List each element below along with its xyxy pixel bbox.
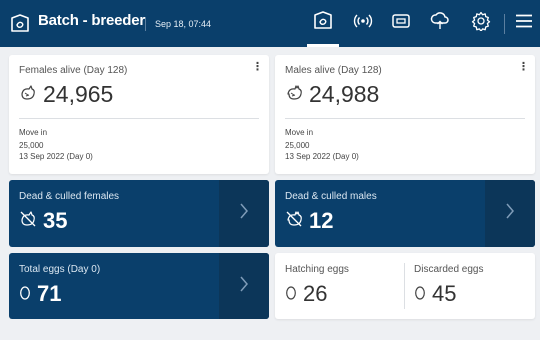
females-menu-button[interactable]: ⋮ xyxy=(252,62,263,73)
males-divider xyxy=(285,118,525,119)
males-alive-label: Males alive (Day 128) xyxy=(285,65,382,76)
header-date: Sep 18, 07:44 xyxy=(155,19,212,29)
hatching-eggs-section[interactable]: Hatching eggs 26 xyxy=(275,253,404,319)
discarded-eggs-section[interactable]: Discarded eggs 45 xyxy=(404,253,535,319)
menu-button[interactable] xyxy=(512,11,536,35)
batch-icon xyxy=(312,10,334,37)
batch-logo-icon xyxy=(9,13,31,35)
chevron-right-icon xyxy=(505,203,515,224)
gear-icon xyxy=(471,11,491,36)
rooster-icon xyxy=(285,81,303,108)
dead-culled-males-card[interactable]: Dead & culled males 12 xyxy=(275,180,535,247)
females-alive-value-row: 24,965 xyxy=(19,81,113,108)
dead-females-count: 35 xyxy=(43,208,68,233)
females-alive-label: Females alive (Day 128) xyxy=(19,65,128,76)
dead-rooster-icon xyxy=(285,208,303,234)
tab-cloud[interactable] xyxy=(420,0,460,47)
tab-sensors[interactable] xyxy=(343,0,383,47)
males-alive-value-row: 24,988 xyxy=(285,81,379,108)
dead-males-label: Dead & culled males xyxy=(285,191,377,202)
females-alive-card[interactable]: Females alive (Day 128) ⋮ 24,965 Move in… xyxy=(9,55,269,174)
top-bar: Batch - breeder Sep 18, 07:44 xyxy=(0,0,540,47)
device-icon xyxy=(392,13,410,34)
page-title: Batch - breeder xyxy=(38,12,146,29)
hatching-eggs-label: Hatching eggs xyxy=(285,264,349,275)
sensor-signal-icon xyxy=(353,14,373,33)
total-eggs-arrow-button[interactable] xyxy=(219,253,269,319)
discarded-eggs-value-row: 45 xyxy=(414,281,456,307)
discarded-eggs-count: 45 xyxy=(432,281,457,306)
tab-device[interactable] xyxy=(381,0,421,47)
title-divider xyxy=(145,17,146,31)
tab-batch[interactable] xyxy=(303,0,343,47)
dead-males-count: 12 xyxy=(309,208,334,233)
total-eggs-card[interactable]: Total eggs (Day 0) 71 xyxy=(9,253,269,319)
males-move-in-label: Move in xyxy=(285,128,314,137)
females-move-in-date: 13 Sep 2022 (Day 0) xyxy=(19,152,93,161)
egg-icon xyxy=(19,281,31,307)
menu-divider xyxy=(504,14,505,34)
dead-females-value-row: 35 xyxy=(19,208,67,234)
tab-settings[interactable] xyxy=(461,0,501,47)
hamburger-icon xyxy=(516,14,532,33)
total-eggs-value-row: 71 xyxy=(19,281,61,307)
males-alive-count: 24,988 xyxy=(309,81,380,107)
males-move-in-value: 25,000 xyxy=(285,141,310,150)
egg-breakdown-card: Hatching eggs 26 Discarded eggs 45 xyxy=(275,253,535,319)
males-menu-button[interactable]: ⋮ xyxy=(518,62,529,73)
cloud-upload-icon xyxy=(430,11,450,36)
females-move-in-label: Move in xyxy=(19,128,48,137)
hatching-eggs-value-row: 26 xyxy=(285,281,327,307)
hatching-eggs-count: 26 xyxy=(303,281,328,306)
dead-hen-icon xyxy=(19,208,37,234)
chevron-right-icon xyxy=(239,276,249,297)
dead-females-arrow-button[interactable] xyxy=(219,180,269,247)
females-move-in-value: 25,000 xyxy=(19,141,44,150)
dead-males-arrow-button[interactable] xyxy=(485,180,535,247)
discarded-eggs-label: Discarded eggs xyxy=(414,264,484,275)
egg-icon xyxy=(414,281,426,307)
dead-females-label: Dead & culled females xyxy=(19,191,120,202)
egg-icon xyxy=(285,281,297,307)
males-alive-card[interactable]: Males alive (Day 128) ⋮ 24,988 Move in 2… xyxy=(275,55,535,174)
females-alive-count: 24,965 xyxy=(43,81,114,107)
dead-males-value-row: 12 xyxy=(285,208,333,234)
total-eggs-label: Total eggs (Day 0) xyxy=(19,264,101,275)
total-eggs-count: 71 xyxy=(37,281,62,306)
chevron-right-icon xyxy=(239,203,249,224)
dead-culled-females-card[interactable]: Dead & culled females 35 xyxy=(9,180,269,247)
males-move-in-date: 13 Sep 2022 (Day 0) xyxy=(285,152,359,161)
hen-icon xyxy=(19,81,37,108)
females-divider xyxy=(19,118,259,119)
